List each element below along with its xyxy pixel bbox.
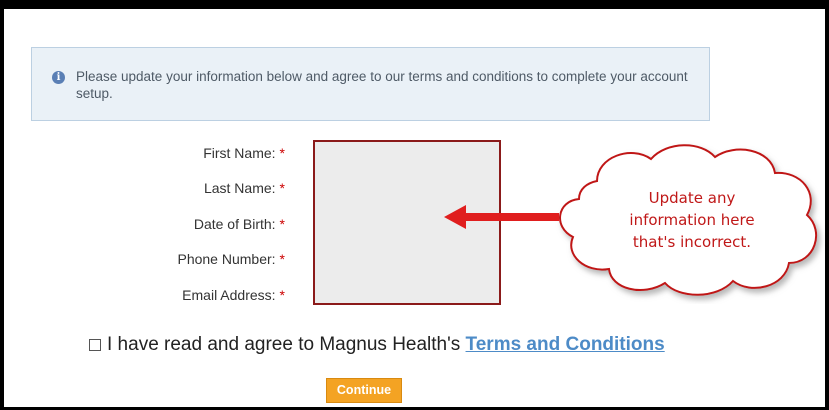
- annotation-line: information here: [629, 211, 755, 229]
- continue-button[interactable]: Continue: [326, 378, 402, 403]
- annotation-text: Update any information here that's incor…: [592, 187, 792, 253]
- required-marker: *: [279, 145, 285, 161]
- required-marker: *: [279, 251, 285, 267]
- email-address-label-text: Email Address:: [182, 287, 276, 303]
- screenshot-frame: i Please update your information below a…: [0, 0, 829, 410]
- last-name-label-text: Last Name:: [203, 180, 276, 196]
- terms-and-conditions-link[interactable]: Terms and Conditions: [466, 334, 665, 355]
- annotation-line: that's incorrect.: [632, 233, 752, 251]
- date-of-birth-label-text: Date of Birth:: [193, 216, 276, 232]
- last-name-label: Last Name: *: [85, 180, 285, 196]
- arrow-left-icon: [444, 205, 559, 229]
- agree-label: I have read and agree to Magnus Health's…: [107, 334, 665, 356]
- info-notice: i Please update your information below a…: [31, 47, 710, 121]
- annotation-line: Update any: [648, 189, 736, 207]
- required-marker: *: [279, 180, 285, 196]
- notice-text: Please update your information below and…: [76, 69, 688, 101]
- first-name-label-text: First Name:: [203, 145, 276, 161]
- info-icon: i: [52, 71, 65, 84]
- required-marker: *: [279, 287, 285, 303]
- email-address-label: Email Address: *: [85, 287, 285, 303]
- date-of-birth-label: Date of Birth: *: [85, 216, 285, 232]
- phone-number-label-text: Phone Number:: [177, 251, 276, 267]
- phone-number-label: Phone Number: *: [85, 251, 285, 267]
- agree-text: I have read and agree to Magnus Health's: [107, 334, 461, 355]
- agree-checkbox[interactable]: [89, 339, 101, 351]
- first-name-label: First Name: *: [85, 145, 285, 161]
- required-marker: *: [279, 216, 285, 232]
